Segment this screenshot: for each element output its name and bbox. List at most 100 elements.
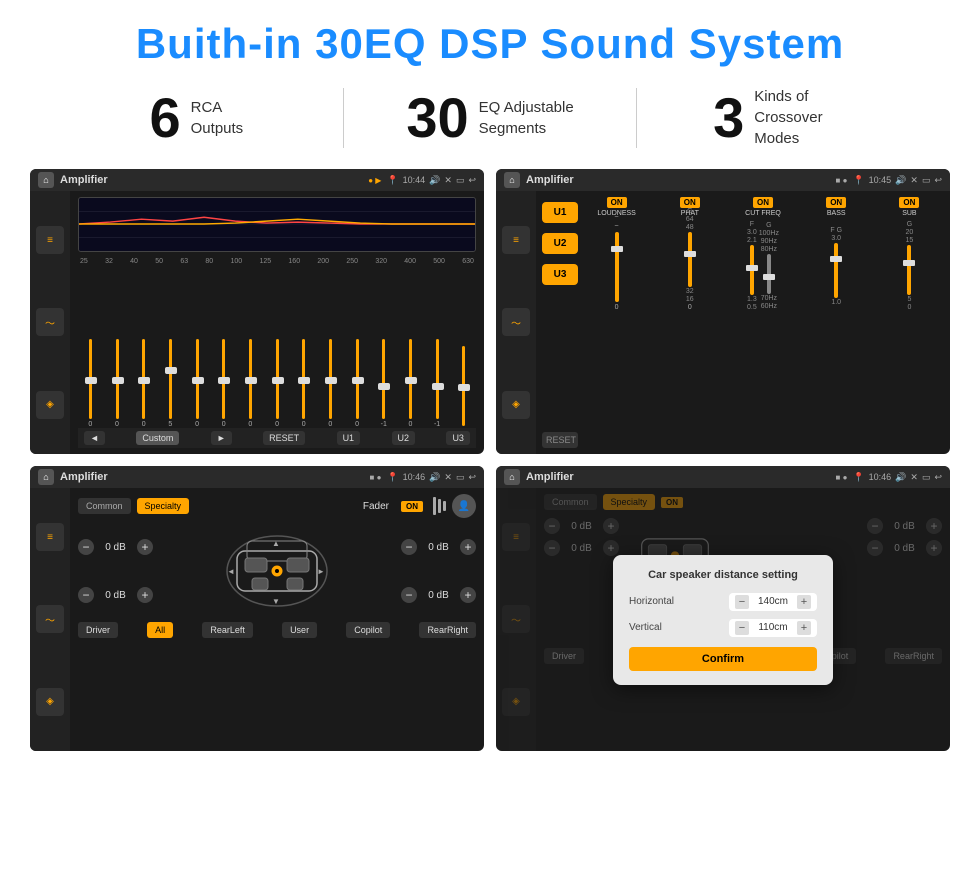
ch-on-loudness[interactable]: ON [607, 197, 627, 208]
back-icon-3[interactable]: ↩ [468, 472, 476, 483]
btn-driver-3[interactable]: Driver [78, 622, 118, 638]
db-plus-bl[interactable]: + [137, 587, 153, 603]
eq-slider-6[interactable]: 0 [238, 339, 263, 428]
stat-number-rca: 6 [149, 90, 180, 146]
u2-btn[interactable]: U2 [542, 233, 578, 254]
profile-icon-3[interactable]: 👤 [452, 494, 476, 518]
db-plus-br[interactable]: + [460, 587, 476, 603]
home-icon-3[interactable]: ⌂ [38, 469, 54, 485]
eq-u1-btn[interactable]: U1 [337, 431, 361, 445]
ctrl-minus-vertical[interactable]: − [735, 621, 749, 635]
db-plus-tr[interactable]: + [460, 539, 476, 555]
ch-on-phat[interactable]: ON [680, 197, 700, 208]
eq-icon-btn-3[interactable]: ≡ [36, 523, 64, 551]
confirm-button[interactable]: Confirm [629, 647, 817, 671]
db-minus-br[interactable]: − [401, 587, 417, 603]
db-minus-bl[interactable]: − [78, 587, 94, 603]
u3-btn[interactable]: U3 [542, 264, 578, 285]
stat-label-crossover: Kinds ofCrossover Modes [754, 86, 854, 149]
eq-icon-btn-2[interactable]: ≡ [502, 226, 530, 254]
eq-slider-12[interactable]: 0 [398, 339, 423, 428]
eq-reset-btn[interactable]: RESET [263, 431, 305, 445]
btn-user-3[interactable]: User [282, 622, 317, 638]
eq-labels: 253240506380100125160200250320400500630 [78, 258, 476, 265]
volume-icon-1: 🔊 [429, 175, 440, 186]
channel-bass: ON BASS F G 3.0 1.0 [802, 197, 871, 448]
eq-play-btn[interactable]: ► [211, 431, 232, 445]
eq-slider-4[interactable]: 0 [185, 339, 210, 428]
ctrl-plus-vertical[interactable]: + [797, 621, 811, 635]
dialog-row-horizontal: Horizontal − 140cm + [629, 593, 817, 611]
stat-crossover: 3 Kinds ofCrossover Modes [657, 86, 910, 149]
btn-rearright-3[interactable]: RearRight [419, 622, 476, 638]
back-icon-4[interactable]: ↩ [934, 472, 942, 483]
ch-on-sub[interactable]: ON [899, 197, 919, 208]
eq-slider-7[interactable]: 0 [265, 339, 290, 428]
bottom-buttons-3: Driver All RearLeft User Copilot RearRig… [78, 622, 476, 638]
location-icon-3: 📍 [387, 472, 398, 483]
eq-slider-11[interactable]: -1 [371, 339, 396, 428]
btn-all-3[interactable]: All [147, 622, 173, 638]
stat-divider-1 [343, 88, 344, 148]
u1-btn[interactable]: U1 [542, 202, 578, 223]
btn-copilot-3[interactable]: Copilot [346, 622, 390, 638]
eq-slider-5[interactable]: 0 [211, 339, 236, 428]
status-icons-4: 📍 10:46 🔊 ✕ ▭ ↩ [853, 472, 942, 483]
side-controls-1: ≡ 〜 ◈ [30, 191, 70, 454]
ch-on-bass[interactable]: ON [826, 197, 846, 208]
eq-u3-btn[interactable]: U3 [446, 431, 470, 445]
wave-icon-btn[interactable]: 〜 [36, 308, 64, 336]
eq-slider-13[interactable]: -1 [425, 339, 450, 428]
eq-u2-btn[interactable]: U2 [392, 431, 416, 445]
eq-slider-0[interactable]: 0 [78, 339, 103, 428]
db-plus-tl[interactable]: + [137, 539, 153, 555]
on-badge-3[interactable]: ON [401, 501, 423, 512]
tab-specialty-3[interactable]: Specialty [137, 498, 190, 514]
screen-fader: ⌂ Amplifier ■ ● 📍 10:46 🔊 ✕ ▭ ↩ ≡ 〜 ◈ [30, 466, 484, 751]
dot-icon-3: ■ ● [370, 473, 382, 482]
stat-number-crossover: 3 [713, 90, 744, 146]
eq-slider-14[interactable] [451, 346, 476, 428]
car-diagram-area: ▲ ▼ ◄ ► [159, 526, 395, 616]
speaker-icon-btn-3[interactable]: ◈ [36, 688, 64, 716]
back-icon-1[interactable]: ↩ [468, 175, 476, 186]
home-icon-1[interactable]: ⌂ [38, 172, 54, 188]
btn-rearleft-3[interactable]: RearLeft [202, 622, 253, 638]
db-control-bl: − 0 dB + [78, 587, 153, 603]
home-icon-4[interactable]: ⌂ [504, 469, 520, 485]
ctrl-value-horizontal: 140cm [753, 596, 793, 607]
tab-common-3[interactable]: Common [78, 498, 131, 514]
back-icon-2[interactable]: ↩ [934, 175, 942, 186]
eq-slider-9[interactable]: 0 [318, 339, 343, 428]
battery-icon-1: ▭ [456, 175, 465, 186]
db-minus-tr[interactable]: − [401, 539, 417, 555]
signal-icon-3: ✕ [444, 472, 452, 483]
app-name-4: Amplifier [526, 471, 830, 483]
screen-dialog: ⌂ Amplifier ■ ● 📍 10:46 🔊 ✕ ▭ ↩ ≡ 〜 ◈ [496, 466, 950, 751]
eq-icon-btn[interactable]: ≡ [36, 226, 64, 254]
page-container: Buith-in 30EQ DSP Sound System 6 RCAOutp… [0, 0, 980, 881]
status-bar-2: ⌂ Amplifier ■ ● 📍 10:45 🔊 ✕ ▭ ↩ [496, 169, 950, 191]
eq-slider-3[interactable]: 5 [158, 339, 183, 428]
reset-btn-2[interactable]: RESET [542, 432, 578, 448]
eq-custom-btn[interactable]: Custom [136, 431, 179, 445]
dialog-ctrl-vertical: − 110cm + [729, 619, 817, 637]
channel-cutfreq: ON CUT FREQ F 3.0 2.1 1.3 0.5 [728, 197, 797, 448]
eq-slider-10[interactable]: 0 [345, 339, 370, 428]
home-icon-2[interactable]: ⌂ [504, 172, 520, 188]
stat-rca: 6 RCAOutputs [70, 90, 323, 146]
eq-slider-1[interactable]: 0 [105, 339, 130, 428]
status-bar-3: ⌂ Amplifier ■ ● 📍 10:46 🔊 ✕ ▭ ↩ [30, 466, 484, 488]
wave-icon-btn-2[interactable]: 〜 [502, 308, 530, 336]
dialog-title: Car speaker distance setting [629, 569, 817, 581]
ctrl-minus-horizontal[interactable]: − [735, 595, 749, 609]
speaker-icon-btn[interactable]: ◈ [36, 391, 64, 419]
eq-slider-8[interactable]: 0 [291, 339, 316, 428]
ch-on-cutfreq[interactable]: ON [753, 197, 773, 208]
db-minus-tl[interactable]: − [78, 539, 94, 555]
eq-prev-btn[interactable]: ◄ [84, 431, 105, 445]
eq-slider-2[interactable]: 0 [131, 339, 156, 428]
wave-icon-btn-3[interactable]: 〜 [36, 605, 64, 633]
ctrl-plus-horizontal[interactable]: + [797, 595, 811, 609]
speaker-icon-btn-2[interactable]: ◈ [502, 391, 530, 419]
